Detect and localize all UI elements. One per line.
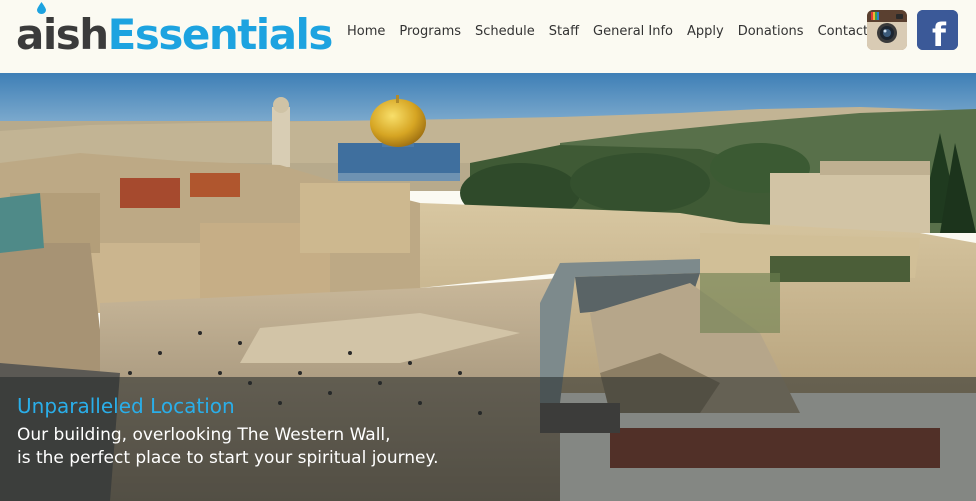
- nav-donations[interactable]: Donations: [738, 24, 804, 39]
- hero-title: Unparalleled Location: [17, 394, 235, 418]
- nav-general-info[interactable]: General Info: [593, 24, 673, 39]
- logo-text-essentials: Essentials: [107, 10, 334, 59]
- nav-schedule[interactable]: Schedule: [475, 24, 535, 39]
- nav-staff[interactable]: Staff: [549, 24, 579, 39]
- facebook-icon[interactable]: f: [917, 10, 958, 50]
- site-header: aish Essentials Home Programs Schedule St…: [0, 0, 976, 73]
- facebook-glyph: f: [932, 16, 947, 50]
- nav-programs[interactable]: Programs: [399, 24, 461, 39]
- water-drop-icon: [37, 2, 46, 14]
- main-nav: Home Programs Schedule Staff General Inf…: [347, 21, 889, 41]
- hero-description-line2: is the perfect place to start your spiri…: [17, 448, 439, 468]
- site-logo[interactable]: aish Essentials: [16, 2, 334, 59]
- logo-text-aish: aish: [16, 10, 109, 59]
- nav-apply[interactable]: Apply: [687, 24, 724, 39]
- nav-home[interactable]: Home: [347, 24, 385, 39]
- instagram-icon[interactable]: [867, 10, 907, 50]
- hero-description-line1: Our building, overlooking The Western Wa…: [17, 425, 391, 445]
